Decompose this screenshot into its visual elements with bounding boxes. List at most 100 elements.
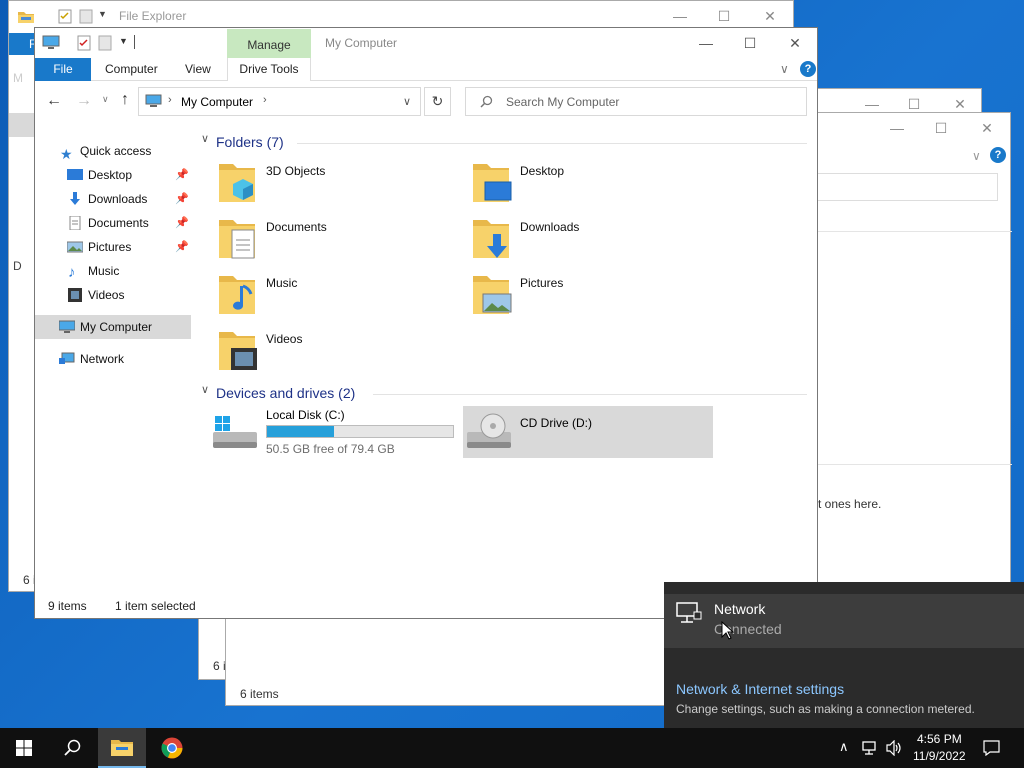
folder-item[interactable]: Music: [219, 272, 459, 322]
partial-text: D: [13, 259, 22, 273]
nav-label: Pictures: [88, 240, 132, 254]
help-icon[interactable]: ?: [800, 61, 816, 77]
folder-item[interactable]: Videos: [219, 328, 459, 378]
folder-item[interactable]: Pictures: [473, 272, 713, 322]
folder-item[interactable]: 3D Objects: [219, 160, 459, 210]
tab-view[interactable]: View: [185, 58, 211, 81]
start-button[interactable]: [0, 728, 48, 768]
address-bar[interactable]: › My Computer › ∨: [138, 87, 421, 116]
clock-time[interactable]: 4:56 PM: [917, 732, 962, 746]
folder-icon: [18, 12, 34, 23]
ribbon-tabs: File Computer View Drive Tools ∨ ?: [35, 58, 817, 81]
refresh-icon: ↻: [431, 93, 444, 109]
back-icon[interactable]: ←: [46, 92, 62, 110]
qat-dropdown-icon[interactable]: ▼: [119, 36, 128, 46]
network-settings-link[interactable]: Network & Internet settings: [676, 681, 844, 697]
star-icon: ★: [60, 146, 73, 162]
tab-file[interactable]: File: [35, 58, 91, 81]
up-icon[interactable]: ↑: [121, 91, 129, 109]
videos-folder-icon: [219, 332, 257, 370]
manage-contextual-tab[interactable]: Manage: [227, 29, 311, 58]
forward-icon[interactable]: →: [76, 92, 92, 110]
folder-label: Videos: [266, 332, 303, 346]
clock-date[interactable]: 11/9/2022: [913, 749, 966, 763]
network-settings-description: Change settings, such as making a connec…: [676, 702, 975, 716]
nav-label: Downloads: [88, 192, 148, 206]
nav-label: Network: [80, 352, 125, 366]
properties-icon: [58, 9, 72, 24]
nav-label: Quick access: [80, 144, 152, 158]
status-text: 6 items: [240, 687, 279, 701]
folder-item[interactable]: Downloads: [473, 216, 713, 266]
minimize-button[interactable]: —: [683, 28, 729, 58]
collapse-drives-icon[interactable]: ∨: [201, 383, 209, 396]
group-header-folders[interactable]: Folders (7): [216, 134, 284, 154]
search-button[interactable]: [48, 728, 96, 768]
tab-computer[interactable]: Computer: [105, 58, 158, 81]
videos-icon: [68, 288, 82, 302]
network-tray-icon[interactable]: [862, 741, 880, 756]
tab-drive-tools[interactable]: Drive Tools: [227, 58, 311, 81]
maximize-button[interactable]: ☐: [727, 28, 773, 58]
nav-item-music[interactable]: ♪ Music: [35, 259, 191, 283]
folder-item[interactable]: Documents: [219, 216, 459, 266]
my-computer-window[interactable]: ▼ Manage My Computer — ☐ ✕ File Computer…: [34, 27, 818, 619]
taskbar-chrome[interactable]: [148, 728, 196, 768]
folder-label: Documents: [266, 220, 327, 234]
chevron-down-icon[interactable]: ∨: [972, 149, 981, 163]
desktop-icon: [67, 169, 83, 180]
file-explorer-icon: [111, 740, 133, 756]
properties-icon[interactable]: [77, 35, 91, 51]
title-bar[interactable]: ▼ Manage My Computer — ☐ ✕: [35, 28, 817, 58]
folder-item[interactable]: Desktop: [473, 160, 713, 210]
nav-my-computer[interactable]: My Computer: [35, 315, 191, 339]
collapse-folders-icon[interactable]: ∨: [201, 132, 209, 145]
group-header-drives[interactable]: Devices and drives (2): [216, 385, 355, 405]
breadcrumb[interactable]: My Computer: [181, 95, 253, 109]
close-button[interactable]: ✕: [964, 113, 1010, 143]
pin-icon[interactable]: 📌: [175, 163, 189, 187]
show-hidden-icons-icon[interactable]: ∧: [839, 739, 849, 755]
help-icon[interactable]: ?: [990, 147, 1006, 163]
minimize-button[interactable]: —: [874, 113, 920, 143]
address-dropdown-icon[interactable]: ∨: [403, 95, 411, 108]
taskbar-file-explorer[interactable]: [98, 728, 146, 768]
maximize-button[interactable]: ☐: [918, 113, 964, 143]
divider: [373, 394, 807, 395]
music-icon: ♪: [68, 264, 76, 281]
pin-icon[interactable]: 📌: [175, 211, 189, 235]
nav-item-downloads[interactable]: Downloads 📌: [35, 187, 191, 211]
recent-locations-icon[interactable]: ∨: [102, 94, 109, 105]
nav-item-desktop[interactable]: Desktop 📌: [35, 163, 191, 187]
chevron-down-icon[interactable]: ∨: [780, 62, 789, 76]
nav-item-documents[interactable]: Documents 📌: [35, 211, 191, 235]
nav-item-videos[interactable]: Videos: [35, 283, 191, 307]
new-folder-icon[interactable]: [98, 35, 112, 51]
nav-network[interactable]: Network: [35, 347, 191, 371]
nav-quick-access[interactable]: ★ Quick access: [35, 139, 191, 163]
nav-label: Videos: [88, 288, 125, 302]
nav-label: My Computer: [80, 320, 153, 334]
drive-item-d[interactable]: CD Drive (D:): [463, 406, 713, 458]
drive-item-c[interactable]: Local Disk (C:) 50.5 GB free of 79.4 GB: [211, 408, 454, 458]
close-button[interactable]: ✕: [772, 28, 818, 58]
pin-icon[interactable]: 📌: [175, 235, 189, 259]
divider: [786, 464, 1012, 465]
qat-dropdown-icon[interactable]: ▼: [98, 9, 107, 19]
refresh-button[interactable]: ↻: [424, 87, 451, 116]
pictures-icon: [67, 241, 83, 253]
info-text: t ones here.: [818, 497, 882, 511]
network-connection-item[interactable]: Network Connected: [664, 594, 1024, 648]
downloads-folder-icon: [473, 220, 509, 258]
nav-item-pictures[interactable]: Pictures 📌: [35, 235, 191, 259]
volume-icon[interactable]: [886, 740, 902, 756]
search-input[interactable]: Search My Computer: [465, 87, 807, 116]
window-title: My Computer: [325, 36, 398, 50]
status-text: 6 i: [213, 659, 226, 673]
selected-row: [9, 113, 35, 137]
separator: [134, 35, 135, 49]
action-center-icon[interactable]: [983, 740, 1000, 756]
item-count: 9 items: [48, 599, 87, 613]
breadcrumb-chevron-icon: ›: [168, 94, 172, 106]
pin-icon[interactable]: 📌: [175, 187, 189, 211]
